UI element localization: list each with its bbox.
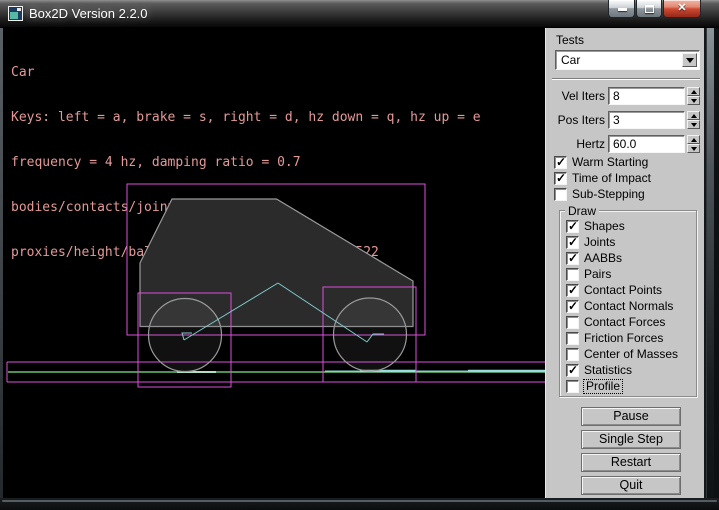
- close-button[interactable]: [663, 0, 701, 18]
- pos-iters-spinner: [687, 111, 700, 129]
- spinner-down-icon: [691, 147, 697, 151]
- joints-label: Joints: [584, 236, 615, 249]
- vel-iters-spinner: [687, 87, 700, 105]
- tests-dropdown[interactable]: Car: [555, 50, 700, 70]
- app-icon-detail: [10, 12, 18, 19]
- window-border-bottom: [0, 498, 719, 510]
- single-step-button[interactable]: Single Step: [581, 430, 681, 449]
- check-icon: ✓: [568, 235, 578, 249]
- draw-group-label: Draw: [565, 204, 599, 218]
- maximize-button[interactable]: [636, 0, 662, 18]
- spinner-up-button[interactable]: [687, 87, 700, 96]
- warm-starting-checkbox[interactable]: ✓: [554, 156, 567, 169]
- sub-stepping-label: Sub-Stepping: [572, 188, 645, 201]
- tests-label: Tests: [556, 33, 584, 47]
- pos-iters-row: Pos Iters: [546, 111, 705, 129]
- statistics-label: Statistics: [584, 364, 632, 377]
- hertz-spinner: [687, 135, 700, 153]
- front-wheel: [334, 298, 407, 371]
- sub-stepping-checkbox[interactable]: ✓: [554, 188, 567, 201]
- contact-normals-checkbox[interactable]: ✓: [566, 300, 579, 313]
- pause-button[interactable]: Pause: [581, 407, 681, 426]
- minimize-icon: [618, 8, 627, 11]
- contact-points-checkbox[interactable]: ✓: [566, 284, 579, 297]
- spinner-down-icon: [691, 99, 697, 103]
- restart-button[interactable]: Restart: [581, 453, 681, 472]
- check-icon: ✓: [556, 171, 566, 185]
- warm-starting-label: Warm Starting: [572, 156, 648, 169]
- pos-iters-label: Pos Iters: [546, 113, 605, 127]
- simulation-canvas[interactable]: Car Keys: left = a, brake = s, right = d…: [3, 28, 545, 498]
- separator: [552, 78, 700, 80]
- pairs-checkbox[interactable]: ✓: [566, 268, 579, 281]
- spinner-down-button[interactable]: [687, 144, 700, 153]
- check-icon: ✓: [568, 299, 578, 313]
- spinner-up-icon: [691, 90, 697, 94]
- app-window: Box2D Version 2.2.0 Car Keys: left = a, …: [0, 0, 719, 510]
- profile-label: Profile: [584, 380, 622, 393]
- aabbs-checkbox[interactable]: ✓: [566, 252, 579, 265]
- aabbs-label: AABBs: [584, 252, 622, 265]
- check-icon: ✓: [568, 283, 578, 297]
- spinner-up-icon: [691, 138, 697, 142]
- maximize-icon: [645, 5, 654, 13]
- debug-draw-scene: [3, 28, 545, 498]
- spinner-down-icon: [691, 123, 697, 127]
- minimize-button[interactable]: [608, 0, 635, 18]
- spinner-up-button[interactable]: [687, 111, 700, 120]
- pairs-label: Pairs: [584, 268, 611, 281]
- joints-checkbox[interactable]: ✓: [566, 236, 579, 249]
- time-of-impact-label: Time of Impact: [572, 172, 651, 185]
- vel-iters-label: Vel Iters: [546, 89, 605, 103]
- pos-iters-input[interactable]: [608, 111, 685, 129]
- friction-forces-label: Friction Forces: [584, 332, 663, 345]
- spinner-down-button[interactable]: [687, 96, 700, 105]
- window-title: Box2D Version 2.2.0: [29, 6, 148, 21]
- spinner-up-icon: [691, 114, 697, 118]
- center-of-masses-checkbox[interactable]: ✓: [566, 348, 579, 361]
- vel-iters-row: Vel Iters: [546, 87, 705, 105]
- profile-checkbox[interactable]: ✓: [566, 380, 579, 393]
- shapes-label: Shapes: [584, 220, 625, 233]
- contact-points-label: Contact Points: [584, 284, 662, 297]
- contact-normals-label: Contact Normals: [584, 300, 673, 313]
- spinner-up-button[interactable]: [687, 135, 700, 144]
- hertz-label: Hertz: [546, 137, 605, 151]
- check-icon: ✓: [568, 363, 578, 377]
- contact-forces-label: Contact Forces: [584, 316, 665, 329]
- control-panel: Tests Car Vel Iters Pos Iters: [545, 28, 704, 498]
- check-icon: ✓: [568, 251, 578, 265]
- shapes-checkbox[interactable]: ✓: [566, 220, 579, 233]
- quit-button[interactable]: Quit: [581, 476, 681, 495]
- window-border-left: [0, 28, 3, 498]
- hertz-row: Hertz: [546, 135, 705, 153]
- hertz-input[interactable]: [608, 135, 685, 153]
- tests-dropdown-button[interactable]: [682, 53, 697, 67]
- titlebar[interactable]: Box2D Version 2.2.0: [0, 0, 719, 28]
- contact-forces-checkbox[interactable]: ✓: [566, 316, 579, 329]
- window-border-right: [704, 28, 719, 498]
- rear-wheel: [149, 299, 222, 372]
- center-of-masses-label: Center of Masses: [584, 348, 678, 361]
- check-icon: ✓: [556, 155, 566, 169]
- statistics-checkbox[interactable]: ✓: [566, 364, 579, 377]
- friction-forces-checkbox[interactable]: ✓: [566, 332, 579, 345]
- spinner-down-button[interactable]: [687, 120, 700, 129]
- tests-dropdown-value: Car: [561, 53, 580, 67]
- time-of-impact-checkbox[interactable]: ✓: [554, 172, 567, 185]
- vel-iters-input[interactable]: [608, 87, 685, 105]
- app-icon: [8, 6, 23, 21]
- check-icon: ✓: [568, 219, 578, 233]
- app-icon-detail2: [17, 8, 21, 11]
- chevron-down-icon: [686, 58, 694, 63]
